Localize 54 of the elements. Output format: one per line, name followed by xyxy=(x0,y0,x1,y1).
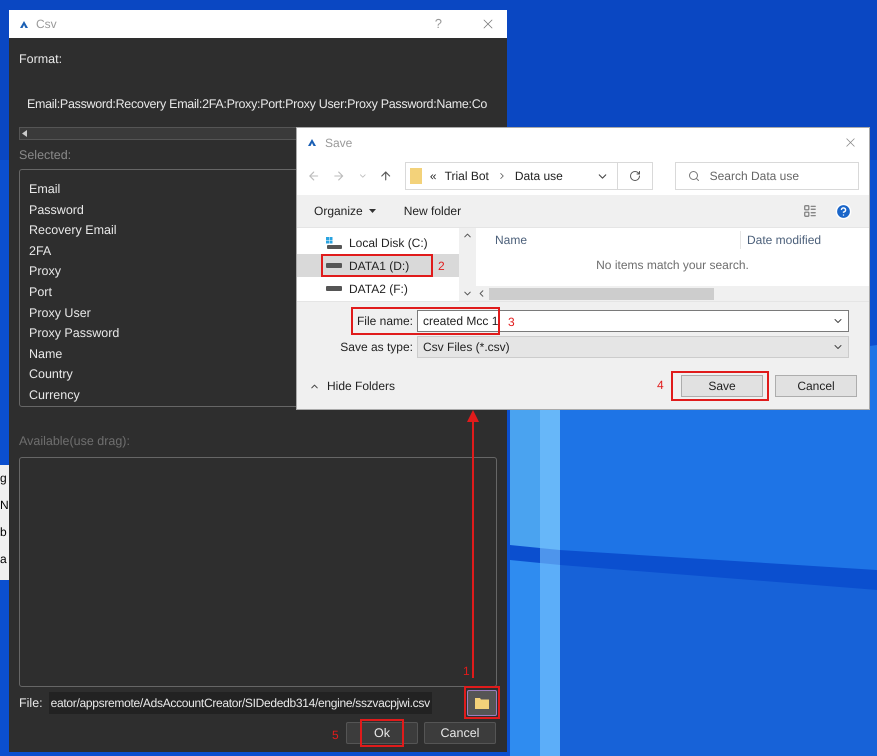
caret-icon xyxy=(368,209,376,213)
app-logo-icon xyxy=(20,20,28,28)
file-type-dropdown[interactable]: Csv Files (*.csv) xyxy=(417,336,849,358)
window-title: Csv xyxy=(36,16,57,33)
address-bar[interactable]: « Trial Bot Data use xyxy=(404,162,653,190)
dialog-title: Save xyxy=(325,134,352,152)
ok-button[interactable]: Ok xyxy=(346,722,418,744)
format-value: Email:Password:Recovery Email:2FA:Proxy:Port:Proxy User:Proxy Password:Name:Co xyxy=(27,96,488,113)
cancel-button[interactable]: Cancel xyxy=(775,375,857,397)
cancel-button[interactable]: Cancel xyxy=(424,722,496,744)
up-icon[interactable] xyxy=(379,169,393,183)
drive-icon xyxy=(326,263,342,268)
drive-icon xyxy=(326,286,342,291)
step-number: 2 xyxy=(438,258,445,275)
scroll-left-icon[interactable] xyxy=(22,130,27,136)
file-path-field[interactable]: eator/appsremote/AdsAccountCreator/SIDededb314/engine/sszvacpjwi.csv xyxy=(48,692,432,714)
file-type-label: Save as type: xyxy=(339,339,413,356)
file-label: File: xyxy=(19,694,43,712)
window-text-fragment: g xyxy=(0,470,8,487)
new-folder-button[interactable]: New folder xyxy=(404,202,462,220)
step-number: 3 xyxy=(508,314,515,331)
available-label: Available(use drag): xyxy=(19,433,131,450)
refresh-icon[interactable] xyxy=(628,170,641,182)
horizontal-scrollbar[interactable] xyxy=(476,286,869,301)
vertical-scrollbar[interactable] xyxy=(459,228,476,301)
hide-folders-button[interactable]: Hide Folders xyxy=(309,377,396,395)
save-button[interactable]: Save xyxy=(681,375,763,397)
window-text-fragment: b xyxy=(0,524,8,541)
selected-label: Selected: xyxy=(19,146,72,164)
step-number: 4 xyxy=(657,377,664,394)
folder-icon xyxy=(475,697,489,709)
breadcrumb-item[interactable]: Trial Bot xyxy=(444,167,489,185)
highlight-frame xyxy=(360,719,404,747)
window-text-fragment: a xyxy=(0,551,8,568)
breadcrumb-item[interactable]: Data use xyxy=(514,167,563,185)
browse-button[interactable] xyxy=(467,690,497,716)
column-header[interactable]: Date modified xyxy=(740,231,822,249)
folder-icon xyxy=(410,168,422,184)
help-icon[interactable] xyxy=(835,202,852,220)
highlight-frame xyxy=(464,686,500,719)
file-name-label: File name: xyxy=(356,313,413,330)
organize-menu[interactable]: Organize xyxy=(314,202,376,220)
step-number: 5 xyxy=(332,727,339,744)
step-number: 1 xyxy=(463,663,470,680)
format-label: Format: xyxy=(19,51,64,68)
search-field[interactable]: Search Data use xyxy=(674,162,859,190)
view-options-icon[interactable] xyxy=(803,204,817,218)
search-icon xyxy=(688,170,700,182)
system-drive-icon xyxy=(326,236,342,248)
navigation-item[interactable]: DATA2 (F:) xyxy=(297,277,459,300)
breadcrumb-overflow[interactable]: « xyxy=(430,167,437,185)
empty-message: No items match your search. xyxy=(595,257,750,274)
navigation-item[interactable]: Local Disk (C:) xyxy=(297,231,459,254)
window-text-fragment: N xyxy=(0,497,10,514)
